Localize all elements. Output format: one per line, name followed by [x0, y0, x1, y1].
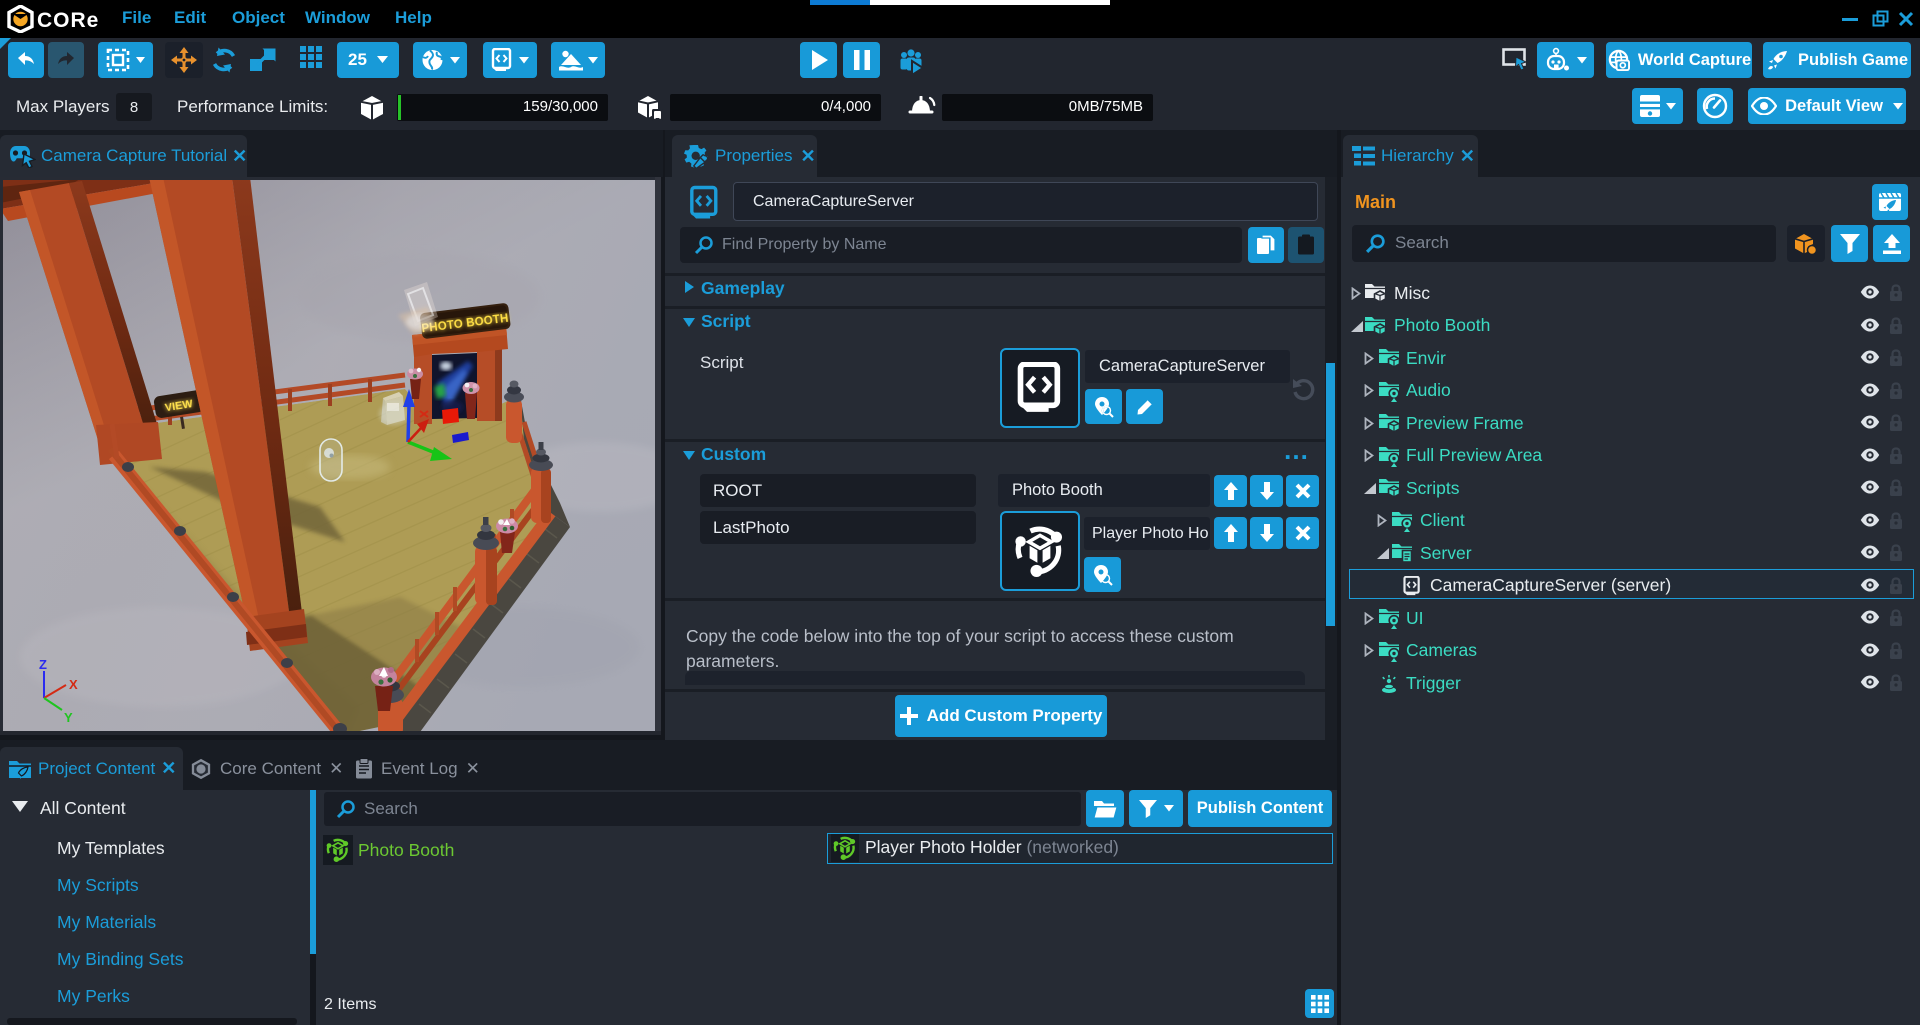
- svg-text:Z: Z: [39, 657, 47, 672]
- svg-text:CORe: CORe: [37, 9, 99, 32]
- svg-text:Y: Y: [64, 710, 73, 725]
- svg-text:X: X: [69, 677, 78, 692]
